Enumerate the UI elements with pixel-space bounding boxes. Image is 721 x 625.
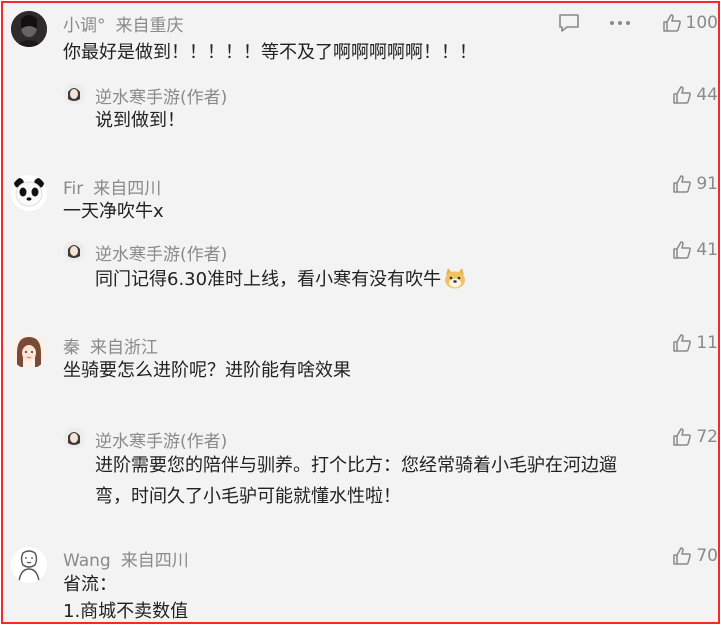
like-count: 41: [696, 240, 718, 260]
author-name[interactable]: 小调°: [63, 16, 106, 36]
reply-like-button[interactable]: 44: [672, 83, 718, 107]
doge-emoji-icon: [445, 268, 466, 289]
like-count: 11: [696, 333, 718, 353]
avatar[interactable]: [11, 175, 47, 211]
dark-portrait-avatar-icon: [11, 11, 47, 47]
like-count: 44: [696, 85, 718, 105]
author-avatar-icon: [63, 83, 85, 105]
thumbs-up-icon: [673, 241, 692, 259]
like-count: 70: [696, 546, 718, 566]
more-options-icon[interactable]: [609, 20, 631, 26]
author-location: 来自四川: [120, 551, 189, 571]
avatar[interactable]: [11, 11, 47, 47]
thumbs-up-icon: [673, 86, 692, 104]
sketch-avatar-icon: [11, 547, 47, 583]
author-name[interactable]: Wang: [63, 551, 111, 571]
comment-text: 坐骑要怎么进阶呢？进阶能有啥效果: [63, 360, 351, 381]
author-avatar[interactable]: [63, 240, 85, 262]
comment-icon[interactable]: [558, 13, 580, 33]
like-button[interactable]: 11: [672, 331, 718, 355]
author-avatar-icon: [63, 240, 85, 262]
like-count: 91: [696, 174, 718, 194]
thumbs-up-icon: [673, 334, 692, 352]
like-count: 100: [685, 13, 718, 33]
author-avatar-icon: [63, 427, 85, 449]
reply-text: 同门记得6.30准时上线，看小寒有没有吹牛: [95, 264, 467, 295]
like-count: 72: [696, 427, 718, 447]
comment-section: 小调° 来自重庆 100 你最好是做到！！！！！等不及了啊啊啊啊啊！！！ 逆水寒手…: [1, 1, 720, 624]
author-location: 来自重庆: [115, 16, 184, 36]
author-avatar[interactable]: [63, 427, 85, 449]
comment-text-line-2: 1.商城不卖数值: [63, 601, 189, 622]
like-button[interactable]: 91: [672, 172, 718, 196]
reply-text-content: 同门记得6.30准时上线，看小寒有没有吹牛: [95, 269, 442, 290]
thumbs-up-icon: [662, 14, 681, 32]
reply-author[interactable]: 逆水寒手游(作者): [95, 427, 227, 452]
thumbs-up-icon: [673, 547, 692, 565]
avatar[interactable]: [11, 333, 47, 369]
comment-author: 小调° 来自重庆: [63, 11, 184, 36]
reply-text-line-2: 弯，时间久了小毛驴可能就懂水性啦！: [95, 486, 401, 507]
reply-text: 说到做到！: [95, 110, 185, 131]
author-avatar[interactable]: [63, 83, 85, 105]
thumbs-up-icon: [673, 175, 692, 193]
comment-text: 一天净吹牛x: [63, 201, 164, 222]
panda-avatar-icon: [11, 175, 47, 211]
avatar[interactable]: [11, 547, 47, 583]
reply-author[interactable]: 逆水寒手游(作者): [95, 240, 227, 265]
comment-text: 你最好是做到！！！！！等不及了啊啊啊啊啊！！！: [63, 42, 477, 63]
reply-like-button[interactable]: 41: [672, 238, 718, 262]
like-button[interactable]: 100: [662, 11, 718, 35]
thumbs-up-icon: [673, 428, 692, 446]
girl-cartoon-avatar-icon: [11, 333, 47, 369]
reply-like-button[interactable]: 72: [672, 425, 718, 449]
comment-author: Wang 来自四川: [63, 546, 189, 571]
like-button[interactable]: 70: [672, 544, 718, 568]
reply-text-line-1: 进阶需要您的陪伴与驯养。打个比方：您经常骑着小毛驴在河边遛: [95, 455, 617, 476]
